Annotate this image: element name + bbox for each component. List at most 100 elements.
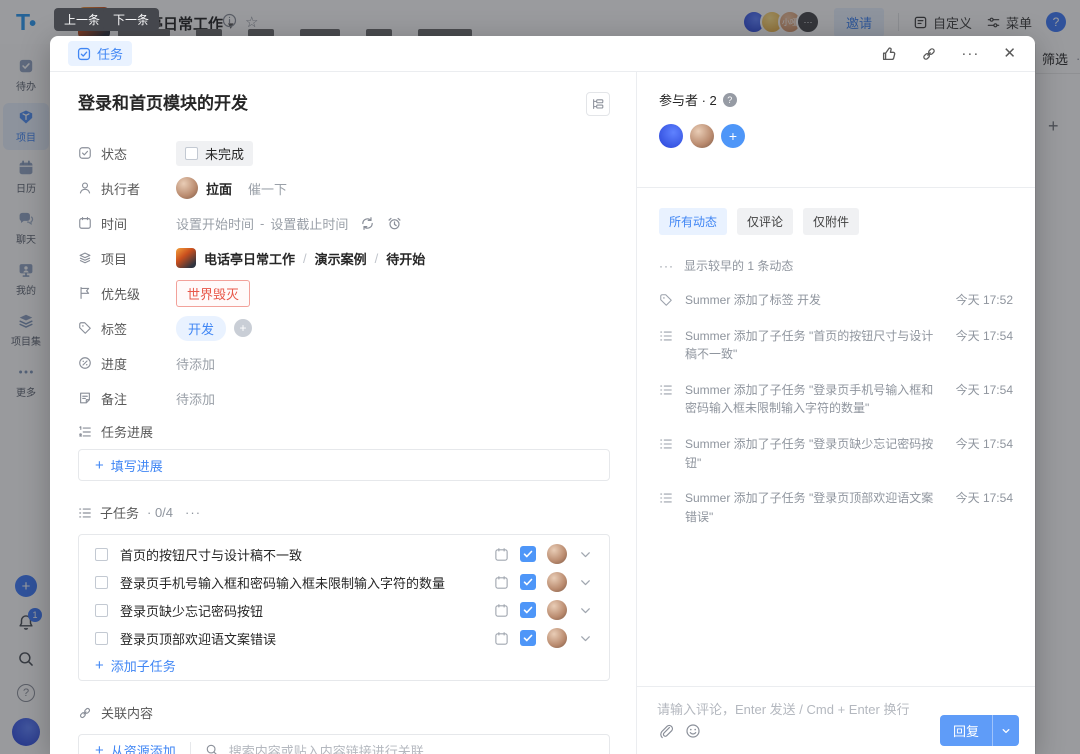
activity-item: Summer 添加了子任务 "登录页顶部欢迎语文案错误" 今天 17:54 (659, 489, 1013, 526)
outline-view-button[interactable] (586, 92, 610, 116)
calendar-icon[interactable] (494, 631, 509, 646)
reminder-icon[interactable] (387, 216, 402, 231)
set-start-date[interactable]: 设置开始时间 (176, 214, 254, 233)
subtask-assignee-avatar[interactable] (547, 600, 567, 620)
subtask-row[interactable]: 登录页顶部欢迎语文案错误 (79, 624, 609, 652)
repeat-icon[interactable] (360, 216, 375, 231)
subtask-row[interactable]: 首页的按钮尺寸与设计稿不一致 (79, 540, 609, 568)
participant-avatar[interactable] (690, 124, 714, 148)
add-progress-box[interactable]: +填写进展 (78, 449, 610, 481)
set-due-date[interactable]: 设置截止时间 (270, 214, 348, 233)
task-activity-column: 参与者 · 2 ? + 所有动态 仅评论 仅附件 ··· 显示较早的 1 条 (636, 72, 1035, 754)
subtask-checkbox[interactable] (95, 548, 108, 561)
field-label: 备注 (78, 389, 176, 408)
add-from-resource-button[interactable]: +从资源添加 (95, 741, 176, 754)
filter-all-activity[interactable]: 所有动态 (659, 208, 727, 235)
progress-placeholder[interactable]: 待添加 (176, 354, 215, 373)
calendar-icon[interactable] (494, 547, 509, 562)
add-participant-button[interactable]: + (721, 124, 745, 148)
subtasks-box: 首页的按钮尺寸与设计稿不一致 登录页手机号输入框和密码输入框未限制输入字符的数量 (78, 534, 610, 681)
person-icon (78, 181, 92, 195)
filter-attachments-only[interactable]: 仅附件 (803, 208, 859, 235)
field-status: 状态 未完成 (78, 142, 610, 164)
chevron-down-icon[interactable] (578, 575, 593, 590)
link-search-input[interactable]: 搜索内容或贴入内容链接进行关联 (205, 741, 424, 754)
assignee-name[interactable]: 拉面 (206, 179, 232, 198)
field-tags: 标签 开发 + (78, 317, 610, 339)
participant-avatar[interactable] (659, 124, 683, 148)
task-type-icon[interactable] (520, 574, 536, 590)
like-icon[interactable] (881, 46, 897, 62)
calendar-icon[interactable] (494, 575, 509, 590)
subtask-assignee-avatar[interactable] (547, 572, 567, 592)
status-checkbox[interactable] (185, 147, 198, 160)
tag-chip[interactable]: 开发 (176, 316, 226, 341)
reply-split-button: 回复 (940, 715, 1019, 746)
subtask-list-icon (659, 383, 673, 397)
task-main-column: 登录和首页模块的开发 状态 未完成 (50, 72, 636, 754)
activity-time: 今天 17:52 (956, 291, 1013, 308)
note-placeholder[interactable]: 待添加 (176, 389, 215, 408)
plus-icon: + (95, 457, 104, 474)
field-project: 项目 电话亭日常工作 / 演示案例 / 待开始 (78, 247, 610, 269)
subtask-assignee-avatar[interactable] (547, 628, 567, 648)
prev-item-button[interactable]: 上一条 (54, 8, 110, 31)
urge-button[interactable]: 催一下 (248, 179, 287, 198)
subtask-list-icon (78, 506, 92, 520)
activity-item: Summer 添加了子任务 "登录页手机号输入框和密码输入框未限制输入字符的数量… (659, 381, 1013, 418)
close-icon[interactable]: ✕ (1003, 46, 1017, 61)
linked-content-header: 关联内容 (78, 703, 610, 722)
subtask-checkbox[interactable] (95, 632, 108, 645)
field-label: 标签 (78, 319, 176, 338)
subtask-assignee-avatar[interactable] (547, 544, 567, 564)
emoji-icon[interactable] (685, 723, 701, 739)
more-icon[interactable]: ··· (961, 46, 979, 61)
chevron-down-icon[interactable] (578, 547, 593, 562)
reply-dropdown-button[interactable] (992, 715, 1019, 746)
field-label: 项目 (78, 249, 176, 268)
field-label: 时间 (78, 214, 176, 233)
field-label: 优先级 (78, 284, 176, 303)
task-title[interactable]: 登录和首页模块的开发 (78, 92, 586, 116)
copy-link-icon[interactable] (921, 46, 937, 62)
note-icon (78, 391, 92, 405)
activity-item: Summer 添加了子任务 "首页的按钮尺寸与设计稿不一致" 今天 17:54 (659, 327, 1013, 364)
activity-time: 今天 17:54 (956, 435, 1013, 452)
task-detail-modal: 任务 ··· ✕ 登录和首页模块的开发 状态 (50, 36, 1035, 754)
task-type-icon[interactable] (520, 630, 536, 646)
activity-time: 今天 17:54 (956, 489, 1013, 506)
project-crumb[interactable]: 电话亭日常工作 (204, 249, 295, 268)
show-earlier-button[interactable]: ··· 显示较早的 1 条动态 (659, 257, 1013, 274)
assignee-avatar[interactable] (176, 177, 198, 199)
field-label: 进度 (78, 354, 176, 373)
add-subtask-button[interactable]: +添加子任务 (79, 652, 609, 678)
next-item-button[interactable]: 下一条 (103, 8, 159, 31)
chevron-down-icon[interactable] (578, 603, 593, 618)
task-type-icon[interactable] (520, 546, 536, 562)
subtask-row[interactable]: 登录页缺少忘记密码按钮 (79, 596, 609, 624)
task-type-icon[interactable] (520, 602, 536, 618)
filter-comments-only[interactable]: 仅评论 (737, 208, 793, 235)
attachment-icon[interactable] (657, 723, 673, 739)
reply-button[interactable]: 回复 (940, 715, 992, 746)
subtask-checkbox[interactable] (95, 604, 108, 617)
search-icon (205, 743, 219, 754)
task-type-badge[interactable]: 任务 (68, 41, 132, 66)
calendar-icon[interactable] (494, 603, 509, 618)
chevron-down-icon[interactable] (578, 631, 593, 646)
status-chip[interactable]: 未完成 (176, 141, 253, 166)
activity-time: 今天 17:54 (956, 381, 1013, 398)
add-tag-icon[interactable]: + (234, 319, 252, 337)
participants-label: 参与者 · 2 (659, 90, 717, 109)
activity-time: 今天 17:54 (956, 327, 1013, 344)
modal-header: 任务 ··· ✕ (50, 36, 1035, 72)
help-badge-icon[interactable]: ? (723, 93, 737, 107)
priority-chip[interactable]: 世界毁灭 (176, 280, 250, 307)
stage-crumb[interactable]: 待开始 (386, 249, 425, 268)
more-icon: ··· (659, 259, 674, 273)
subtask-checkbox[interactable] (95, 576, 108, 589)
subtask-list-icon (659, 329, 673, 343)
subtask-row[interactable]: 登录页手机号输入框和密码输入框未限制输入字符的数量 (79, 568, 609, 596)
tasklist-crumb[interactable]: 演示案例 (315, 249, 367, 268)
subtasks-more-icon[interactable]: ··· (185, 505, 201, 520)
